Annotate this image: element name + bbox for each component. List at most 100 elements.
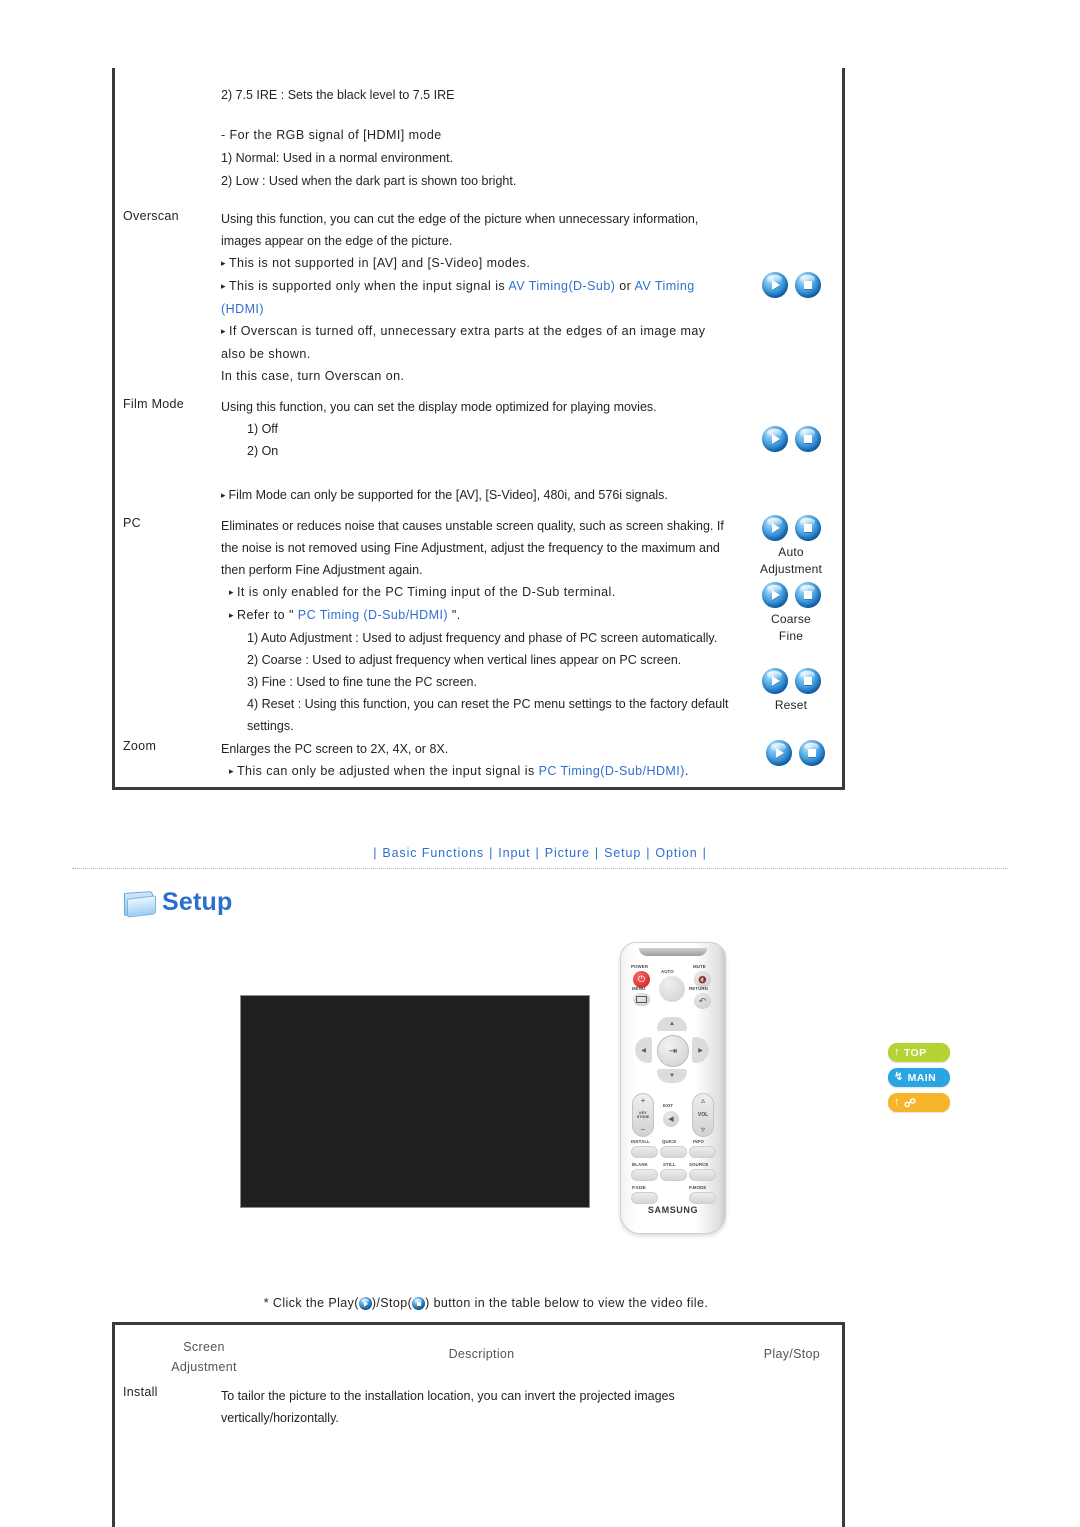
remote-brand-logo: SAMSUNG <box>647 1205 699 1215</box>
nav-item-setup[interactable]: Setup <box>604 846 641 860</box>
preamble-line-2: - For the RGB signal of [HDMI] mode <box>221 128 442 142</box>
remote-label-install: INSTALL <box>631 1139 650 1144</box>
play-icon[interactable] <box>765 740 792 766</box>
remote-return-button: ↶ <box>694 993 711 1009</box>
play-icon[interactable] <box>761 668 788 694</box>
stop-icon[interactable] <box>798 740 825 766</box>
pc-controls-reset: Reset <box>737 668 845 715</box>
nav-items: | Basic Functions | Input | Picture | Setup | Opt… <box>72 846 1008 860</box>
row-label-film-mode: Film Mode <box>123 397 185 411</box>
remote-ir-window <box>639 948 707 956</box>
nav-separator-0: | <box>373 846 378 860</box>
nav-item-option[interactable]: Option <box>655 846 697 860</box>
remote-label-power: POWER <box>631 964 649 969</box>
pc-coarse-caption-2: Fine <box>778 629 804 643</box>
pc-bullet-1: It is only enabled for the PC Timing inp… <box>221 581 731 604</box>
link-icon: ☍ <box>903 1095 917 1110</box>
nav-separator-3: | <box>594 846 600 860</box>
play-icon[interactable] <box>761 272 788 298</box>
remote-volume-rocker: ▵ VOL ▿ <box>692 1093 714 1137</box>
remote-pmode-button <box>689 1192 716 1204</box>
row-body-film-mode: Using this function, you can set the dis… <box>221 396 731 507</box>
table-header-row: Screen Adjustment Description Play/Stop <box>115 1325 842 1385</box>
remote-label-pmode: P.MODE <box>689 1185 707 1190</box>
stop-icon[interactable] <box>794 426 821 452</box>
link-pc-timing-dsub-hdmi[interactable]: PC Timing(D-Sub/HDMI) <box>539 764 685 778</box>
overscan-line-4: also be shown. <box>221 347 311 361</box>
home-button[interactable]: ↑ ☍ <box>888 1093 950 1112</box>
remote-label-menu: MENU <box>632 986 646 991</box>
remote-label-return: RETURN <box>689 986 708 991</box>
remote-label-source: SOURCE <box>689 1162 709 1167</box>
pc-coarse-control-pair[interactable] <box>737 582 845 608</box>
play-icon[interactable] <box>761 582 788 608</box>
remote-enter-button: ⇥ <box>657 1035 689 1067</box>
film-mode-line-1: Using this function, you can set the dis… <box>221 400 657 414</box>
arrow-up-icon: ↑ <box>894 1046 900 1058</box>
pc-option-2: 2) Coarse : Used to adjust frequency whe… <box>247 653 682 667</box>
film-mode-control-pair[interactable] <box>737 426 845 452</box>
pc-controls-coarse: Coarse Fine <box>737 582 845 646</box>
remote-blank-button <box>631 1169 658 1181</box>
section-nav: | Basic Functions | Input | Picture | Setup | Opt… <box>72 846 1008 869</box>
overscan-controls <box>737 272 845 298</box>
remote-dpad-right: ▶ <box>692 1037 709 1063</box>
stop-icon[interactable] <box>794 272 821 298</box>
pc-reset-control-pair[interactable] <box>737 668 845 694</box>
row-body-zoom: Enlarges the PC screen to 2X, 4X, or 8X.… <box>221 738 731 783</box>
remote-label-auto: AUTO <box>661 969 674 974</box>
play-icon[interactable] <box>761 426 788 452</box>
preamble-line-1: 2) 7.5 IRE : Sets the black level to 7.5… <box>221 88 455 102</box>
zoom-bullet-pre: This can only be adjusted when the input… <box>236 764 539 778</box>
overscan-control-pair[interactable] <box>737 272 845 298</box>
video-player[interactable] <box>240 995 590 1208</box>
pc-refer-post: ". <box>447 608 461 622</box>
section-heading: Setup <box>122 888 233 918</box>
nav-separator-1: | <box>489 846 494 860</box>
remote-label-info: INFO <box>693 1139 704 1144</box>
overscan-line-2: images appear on the edge of the picture… <box>221 234 453 248</box>
play-icon <box>358 1297 372 1311</box>
nav-item-input[interactable]: Input <box>498 846 530 860</box>
stop-icon <box>412 1297 426 1311</box>
pc-option-4-cont: settings. <box>247 719 294 733</box>
zoom-bullet-post: . <box>684 764 689 778</box>
overscan-line-1: Using this function, you can cut the edg… <box>221 212 699 226</box>
main-button-label: MAIN <box>907 1071 937 1084</box>
remote-dpad-down: ▼ <box>657 1069 687 1083</box>
play-icon[interactable] <box>761 515 788 541</box>
remote-info-button <box>689 1146 716 1158</box>
overscan-bullet-2-pre: This is supported only when the input si… <box>228 279 509 293</box>
pc-refer-pre: Refer to " <box>236 608 298 622</box>
remote-menu-button <box>633 993 650 1006</box>
nav-separator-2: | <box>535 846 540 860</box>
top-button[interactable]: ↑ TOP <box>888 1043 950 1062</box>
pc-line-2: the noise is not removed using Fine Adju… <box>221 541 720 555</box>
remote-dpad-up: ▲ <box>657 1017 687 1031</box>
pc-option-3: 3) Fine : Used to fine tune the PC scree… <box>247 675 477 689</box>
zoom-bullet-1: This can only be adjusted when the input… <box>221 760 731 783</box>
stop-icon[interactable] <box>794 668 821 694</box>
stop-icon[interactable] <box>794 582 821 608</box>
row-description-install: To tailor the picture to the installatio… <box>221 1385 781 1429</box>
preamble-line-4: 2) Low : Used when the dark part is show… <box>221 174 517 188</box>
remote-keystone-rocker: + KEY STONE − <box>632 1093 654 1137</box>
remote-source-button <box>689 1169 716 1181</box>
play-stop-note: * Click the Play()/Stop() button in the … <box>112 1296 860 1311</box>
pc-auto-control-pair[interactable] <box>737 515 845 541</box>
remote-dpad-left: ◀ <box>635 1037 652 1063</box>
page-title: Setup <box>162 888 233 916</box>
zoom-control-pair[interactable] <box>741 740 849 766</box>
nav-item-basic-functions[interactable]: Basic Functions <box>382 846 484 860</box>
main-button[interactable]: ↯ MAIN <box>888 1068 950 1087</box>
settings-table: 2) 7.5 IRE : Sets the black level to 7.5… <box>112 68 845 790</box>
row-label-overscan: Overscan <box>123 209 179 223</box>
stop-icon[interactable] <box>794 515 821 541</box>
link-pc-timing[interactable]: PC Timing (D-Sub/HDMI) <box>298 608 448 622</box>
folder-icon <box>122 889 156 918</box>
screen-adjustment-table: Screen Adjustment Description Play/Stop … <box>112 1322 845 1527</box>
nav-item-picture[interactable]: Picture <box>545 846 590 860</box>
install-line-1: To tailor the picture to the installatio… <box>221 1389 675 1403</box>
row-body-pc: Eliminates or reduces noise that causes … <box>221 515 731 737</box>
link-av-timing-dsub[interactable]: AV Timing(D-Sub) <box>508 279 615 293</box>
